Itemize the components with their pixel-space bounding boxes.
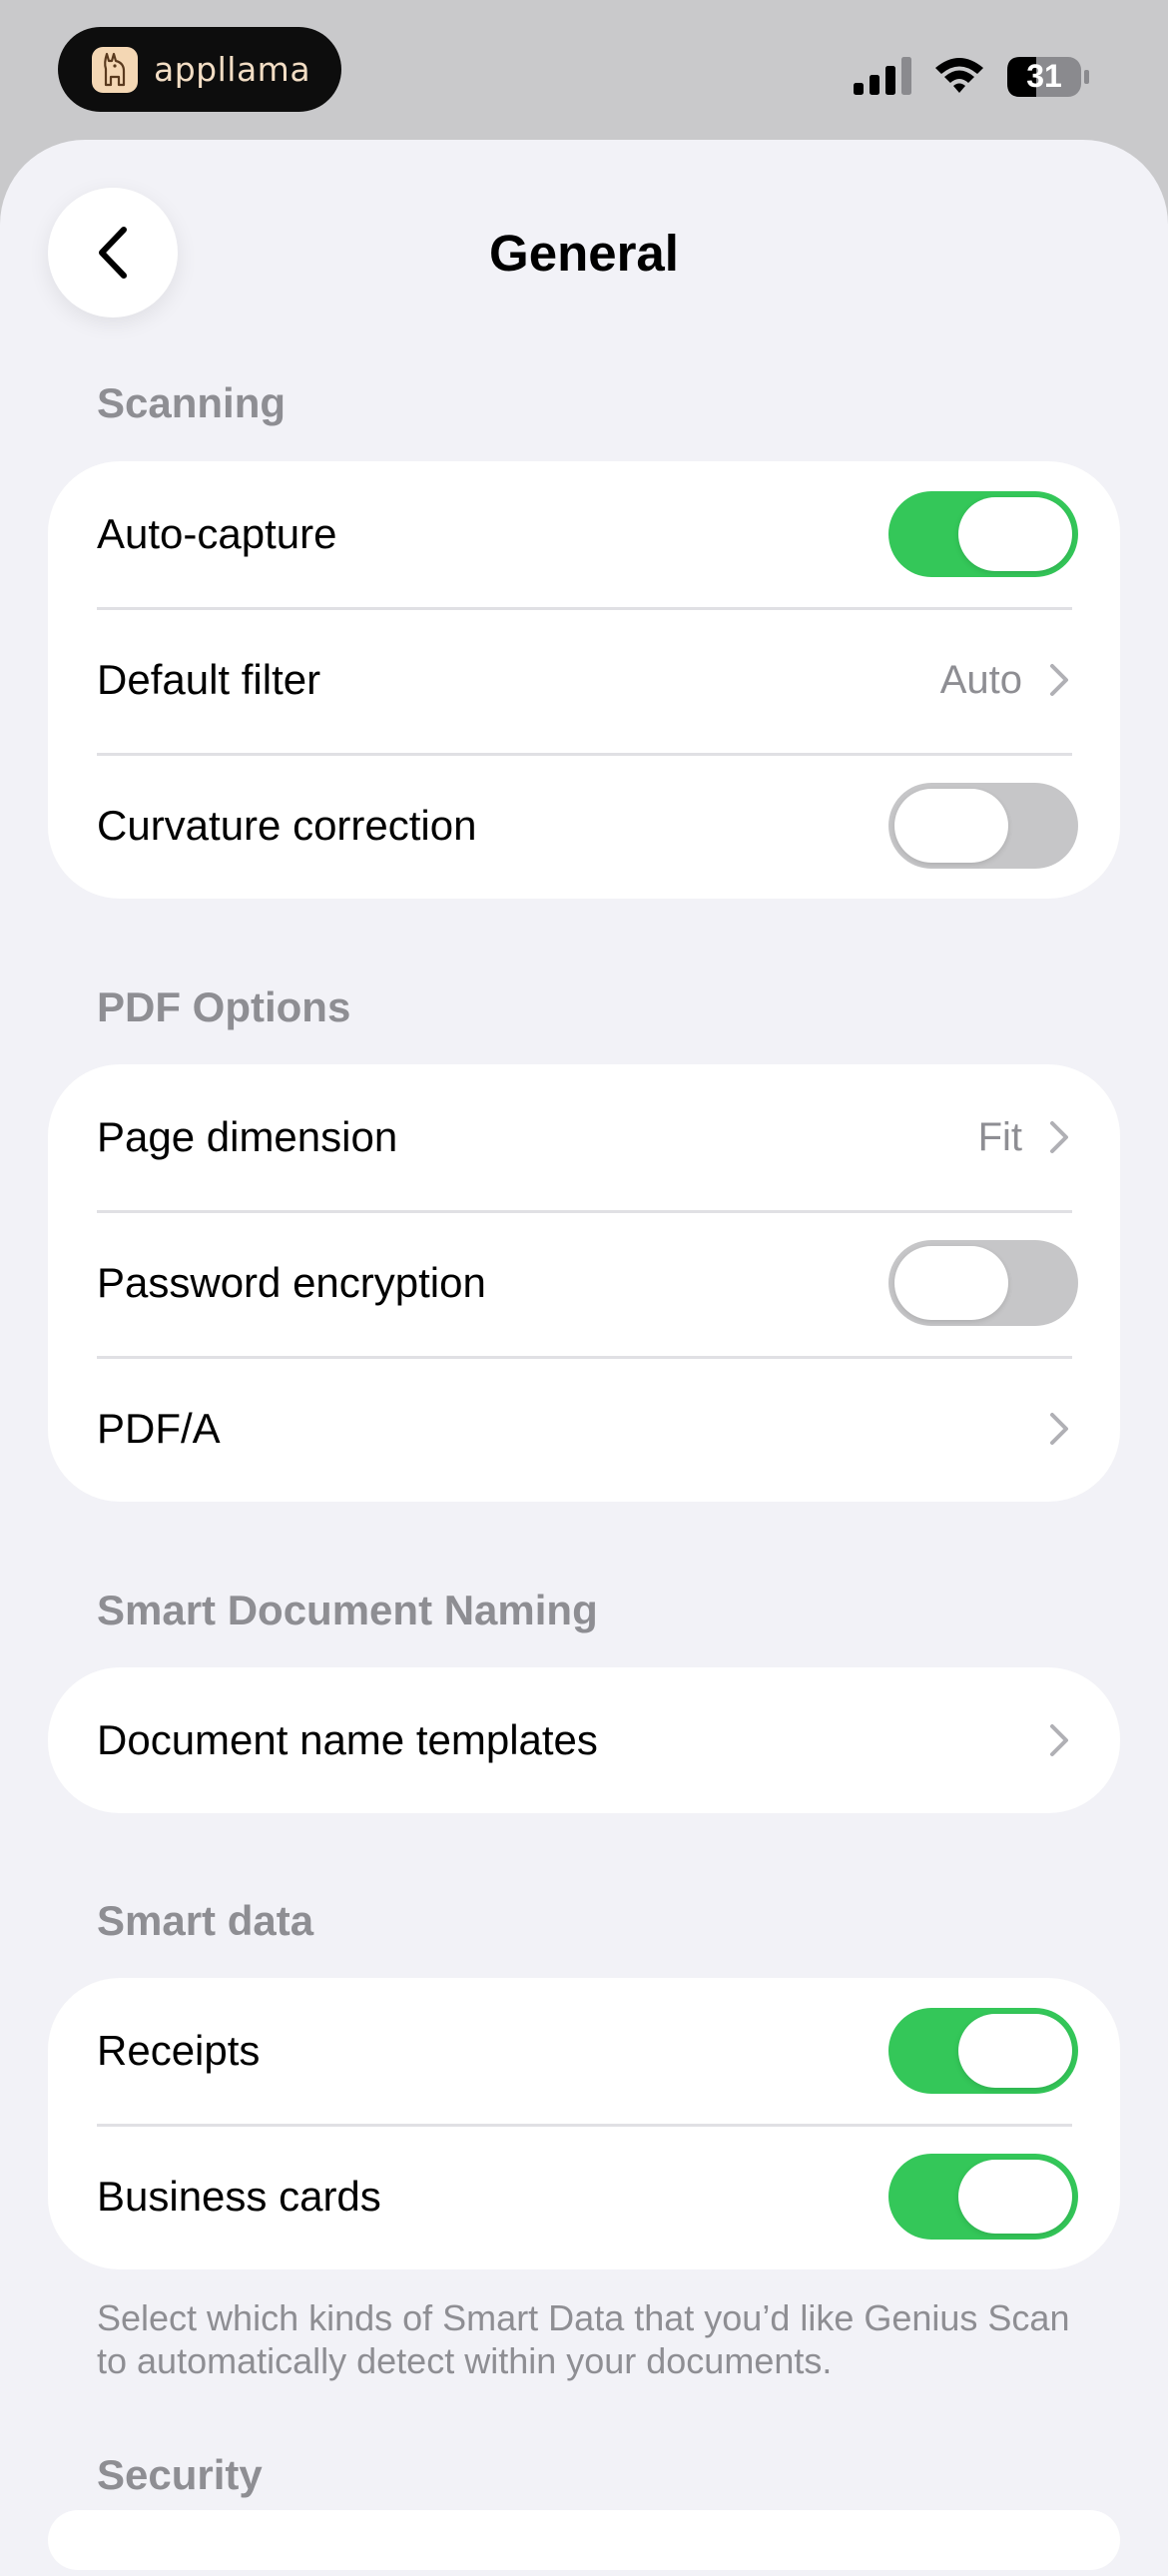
row-label: Curvature correction bbox=[97, 802, 477, 849]
smart-data-footnote: Select which kinds of Smart Data that yo… bbox=[97, 2297, 1070, 2381]
document-name-templates-row[interactable]: Document name templates bbox=[48, 1667, 1120, 1813]
row-label: Receipts bbox=[97, 2027, 261, 2074]
row-value: Fit bbox=[977, 1114, 1022, 1159]
wifi-icon bbox=[935, 58, 983, 93]
section-header-pdf-options: PDF Options bbox=[97, 983, 351, 1030]
security-card bbox=[48, 2510, 1120, 2570]
row-value: Auto bbox=[939, 657, 1022, 702]
toggle-knob bbox=[958, 2014, 1072, 2088]
brand-name: appllama bbox=[154, 50, 311, 89]
curvature-correction-row: Curvature correction bbox=[48, 753, 1120, 899]
llama-logo-icon bbox=[92, 46, 138, 93]
curvature-correction-toggle[interactable] bbox=[888, 783, 1078, 869]
row-label: Default filter bbox=[97, 656, 321, 703]
section-header-smart-data: Smart data bbox=[97, 1897, 314, 1944]
auto-capture-toggle[interactable] bbox=[888, 491, 1078, 577]
section-header-scanning: Scanning bbox=[97, 379, 287, 426]
row-label: PDF/A bbox=[97, 1405, 221, 1452]
receipts-toggle[interactable] bbox=[888, 2008, 1078, 2094]
row-label: Document name templates bbox=[97, 1716, 598, 1763]
pdf-options-card: Page dimension Fit Password encryption P… bbox=[48, 1064, 1120, 1502]
section-header-security: Security bbox=[97, 2451, 263, 2498]
password-encryption-toggle[interactable] bbox=[888, 1240, 1078, 1326]
settings-sheet: General Scanning Auto-capture Default fi… bbox=[0, 140, 1168, 2576]
toggle-knob bbox=[894, 1246, 1008, 1320]
row-label: Password encryption bbox=[97, 1259, 486, 1306]
row-label: Page dimension bbox=[97, 1113, 398, 1160]
page-dimension-row[interactable]: Page dimension Fit bbox=[48, 1064, 1120, 1210]
brand-pill: appllama bbox=[58, 27, 341, 112]
scanning-card: Auto-capture Default filter Auto Curvatu… bbox=[48, 461, 1120, 899]
smart-naming-card: Document name templates bbox=[48, 1667, 1120, 1813]
business-cards-toggle[interactable] bbox=[888, 2154, 1078, 2240]
password-encryption-row: Password encryption bbox=[48, 1210, 1120, 1356]
auto-capture-row: Auto-capture bbox=[48, 461, 1120, 607]
battery-icon: 31 bbox=[1006, 55, 1090, 99]
chevron-right-icon bbox=[1050, 1724, 1068, 1756]
toggle-knob bbox=[958, 497, 1072, 571]
default-filter-row[interactable]: Default filter Auto bbox=[48, 607, 1120, 753]
section-header-smart-naming: Smart Document Naming bbox=[97, 1587, 598, 1633]
page-title: General bbox=[489, 225, 679, 282]
cellular-signal-icon bbox=[854, 57, 911, 95]
row-label: Auto-capture bbox=[97, 510, 337, 557]
business-cards-row: Business cards bbox=[48, 2124, 1120, 2269]
status-bar: appllama 31 bbox=[0, 0, 1168, 140]
chevron-right-icon bbox=[1050, 1121, 1068, 1153]
toggle-knob bbox=[958, 2160, 1072, 2234]
battery-level: 31 bbox=[1026, 58, 1062, 94]
toggle-knob bbox=[894, 789, 1008, 863]
pdf-a-row[interactable]: PDF/A bbox=[48, 1356, 1120, 1502]
row-label: Business cards bbox=[97, 2173, 381, 2220]
chevron-right-icon bbox=[1050, 1413, 1068, 1445]
receipts-row: Receipts bbox=[48, 1978, 1120, 2124]
smart-data-card: Receipts Business cards bbox=[48, 1978, 1120, 2269]
chevron-right-icon bbox=[1050, 664, 1068, 696]
